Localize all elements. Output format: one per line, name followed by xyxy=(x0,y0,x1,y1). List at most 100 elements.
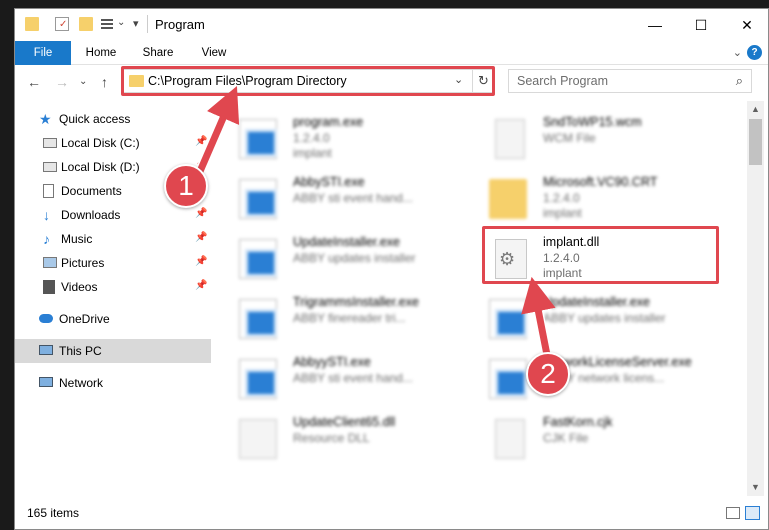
pin-icon[interactable]: 📌 xyxy=(195,256,207,267)
sidebar-item-label: Local Disk (C:) xyxy=(61,136,140,150)
file-name: TrigrammsInstaller.exe xyxy=(293,295,419,309)
vertical-scrollbar[interactable]: ▲ ▼ xyxy=(747,101,764,496)
file-name: implant.dll xyxy=(543,235,600,249)
item-count: 165 items xyxy=(27,506,80,520)
sidebar-item-local-disk-c[interactable]: Local Disk (C:) 📌 xyxy=(15,131,211,155)
file-item[interactable]: FastKorn.cjk CJK File xyxy=(461,411,701,467)
sidebar-item-label: Local Disk (D:) xyxy=(61,160,140,174)
tab-home[interactable]: Home xyxy=(77,41,125,65)
pin-icon[interactable]: 📌 xyxy=(195,208,207,219)
documents-icon xyxy=(43,184,54,198)
application-icon xyxy=(239,179,277,219)
sidebar-item-videos[interactable]: Videos 📌 xyxy=(15,275,211,299)
file-item[interactable]: UpdateInstaller.exe ABBY updates install… xyxy=(461,291,701,347)
search-input[interactable]: Search Program ⌕ xyxy=(508,69,752,93)
file-item[interactable]: AbbySTI.exe ABBY sti event hand... xyxy=(211,171,451,227)
up-button[interactable]: ↑ xyxy=(101,74,108,90)
file-item[interactable]: UpdateClient65.dll Resource DLL xyxy=(211,411,451,467)
sidebar-item-label: This PC xyxy=(59,344,102,358)
sidebar-item-label: Network xyxy=(59,376,104,390)
file-item[interactable]: AbbyySTI.exe ABBY sti event hand... xyxy=(211,351,451,407)
sidebar-item-label: Pictures xyxy=(61,256,105,270)
tiles-view-icon[interactable] xyxy=(745,506,760,520)
sidebar-item-label: OneDrive xyxy=(59,312,110,326)
sidebar-item-onedrive[interactable]: OneDrive xyxy=(15,307,211,331)
pc-icon xyxy=(39,345,53,355)
file-detail: 1.2.4.0 xyxy=(543,251,580,265)
sidebar-item-network[interactable]: Network xyxy=(15,371,211,395)
details-view-icon[interactable] xyxy=(726,507,740,519)
file-item[interactable]: program.exe 1.2.4.0 implant xyxy=(211,111,451,167)
sidebar-item-quick-access[interactable]: ★ Quick access xyxy=(15,107,211,131)
tab-share[interactable]: Share xyxy=(135,41,181,65)
file-detail: ABBY updates installer xyxy=(293,251,416,265)
file-item[interactable]: UpdateInstaller.exe ABBY updates install… xyxy=(211,231,451,287)
customize-toolbar-icon[interactable] xyxy=(101,17,113,31)
back-button[interactable]: ← xyxy=(27,74,41,90)
tab-file[interactable]: File xyxy=(15,41,71,65)
chevron-down-icon[interactable]: ⌄ xyxy=(117,17,125,28)
file-detail: ABBY network licens... xyxy=(543,371,665,385)
sidebar-item-downloads[interactable]: ↓ Downloads 📌 xyxy=(15,203,211,227)
sidebar-item-local-disk-d[interactable]: Local Disk (D:) 📌 xyxy=(15,155,211,179)
file-detail: implant xyxy=(543,266,582,280)
title-divider xyxy=(147,15,148,33)
file-detail: 1.2.4.0 xyxy=(543,191,580,205)
videos-icon xyxy=(43,280,55,294)
window-title: Program xyxy=(155,17,205,32)
navigation-bar: ← → ⌄ ↑ C:\Program Files\Program Directo… xyxy=(15,66,768,98)
sidebar-item-music[interactable]: ♪ Music 📌 xyxy=(15,227,211,251)
file-detail: ABBY sti event hand... xyxy=(293,191,413,205)
search-icon[interactable]: ⌕ xyxy=(736,73,743,89)
ribbon-expand-icon[interactable]: ⌄ xyxy=(733,46,742,59)
maximize-button[interactable]: ☐ xyxy=(678,9,724,41)
scroll-thumb[interactable] xyxy=(749,119,762,165)
star-icon: ★ xyxy=(39,111,52,127)
file-detail: CJK File xyxy=(543,431,589,445)
tab-view[interactable]: View xyxy=(193,41,235,65)
pin-icon[interactable]: 📌 xyxy=(195,160,207,171)
help-icon[interactable]: ? xyxy=(747,45,762,60)
explorer-window: ✓ ⌄ ▾ Program — ☐ ✕ File Home Share View… xyxy=(14,8,769,530)
sidebar-item-documents[interactable]: Documents 📌 xyxy=(15,179,211,203)
pin-icon[interactable]: 📌 xyxy=(195,136,207,147)
file-name: UpdateInstaller.exe xyxy=(293,235,401,249)
file-detail: 1.2.4.0 xyxy=(293,131,330,145)
file-item[interactable]: NetworkLicenseServer.exe ABBY network li… xyxy=(461,351,701,407)
properties-icon[interactable]: ✓ xyxy=(55,17,69,31)
file-list: program.exe 1.2.4.0 implant AbbySTI.exe … xyxy=(211,101,745,496)
scroll-down-button[interactable]: ▼ xyxy=(747,479,764,496)
file-name: FastKorn.cjk xyxy=(543,415,613,429)
pin-icon[interactable]: 📌 xyxy=(195,280,207,291)
quick-access-dropdown-icon[interactable]: ▾ xyxy=(133,17,139,30)
file-item-implant-dll[interactable]: ⚙ implant.dll 1.2.4.0 implant xyxy=(461,231,701,287)
drive-icon xyxy=(43,162,57,172)
search-placeholder: Search Program xyxy=(517,74,609,88)
forward-button[interactable]: → xyxy=(55,74,69,90)
pin-icon[interactable]: 📌 xyxy=(195,232,207,243)
file-name: AbbyySTI.exe xyxy=(293,355,371,369)
file-item[interactable]: SndToWP15.wcm WCM File xyxy=(461,111,701,167)
sidebar-item-this-pc[interactable]: This PC xyxy=(15,339,211,363)
pin-icon[interactable]: 📌 xyxy=(195,184,207,195)
dll-file-icon xyxy=(239,419,277,459)
sidebar-item-pictures[interactable]: Pictures 📌 xyxy=(15,251,211,275)
title-bar: ✓ ⌄ ▾ Program — ☐ ✕ xyxy=(15,9,768,41)
file-item[interactable]: Microsoft.VC90.CRT 1.2.4.0 implant xyxy=(461,171,701,227)
sidebar-item-label: Videos xyxy=(61,280,98,294)
scroll-up-button[interactable]: ▲ xyxy=(747,101,764,118)
close-button[interactable]: ✕ xyxy=(724,9,769,41)
file-icon xyxy=(495,419,525,459)
file-detail: ABBY sti event hand... xyxy=(293,371,413,385)
sidebar-item-label: Music xyxy=(61,232,93,246)
minimize-button[interactable]: — xyxy=(632,9,678,41)
file-name: Microsoft.VC90.CRT xyxy=(543,175,658,189)
ribbon-tabs: File Home Share View ⌄ ? xyxy=(15,41,768,65)
file-name: NetworkLicenseServer.exe xyxy=(543,355,692,369)
file-item[interactable]: TrigrammsInstaller.exe ABBY finereader t… xyxy=(211,291,451,347)
recent-locations-button[interactable]: ⌄ xyxy=(79,76,87,87)
file-name: program.exe xyxy=(293,115,364,129)
new-folder-icon[interactable] xyxy=(79,17,93,31)
file-detail: implant xyxy=(543,206,582,220)
file-detail: implant xyxy=(293,146,332,160)
